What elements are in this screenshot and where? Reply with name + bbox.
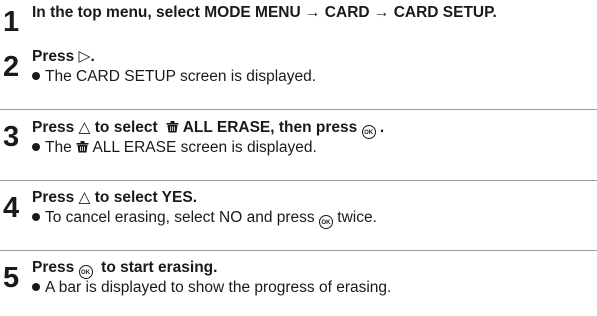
step-note: The CARD SETUP screen is displayed. xyxy=(32,68,316,86)
up-triangle-icon: △ xyxy=(78,189,91,206)
arrow-right-icon: → xyxy=(373,4,390,21)
ok-button-icon: OK xyxy=(318,215,333,229)
step-title: Press △ to select YES. xyxy=(32,189,198,206)
step-number: 4 xyxy=(3,192,20,224)
step-number: 3 xyxy=(3,121,20,153)
ok-button-icon: OK xyxy=(78,265,93,279)
right-triangle-icon: ▷ xyxy=(78,48,91,65)
step-title: Press OK to start erasing. xyxy=(32,259,217,279)
step-title: In the top menu, select MODE MENU → CARD… xyxy=(32,4,497,21)
step-note: A bar is displayed to show the progress … xyxy=(32,279,391,297)
erase-all-icon xyxy=(76,141,89,153)
step-number: 5 xyxy=(3,262,20,294)
step-title: Press ▷. xyxy=(32,48,95,65)
erase-all-icon xyxy=(166,121,179,133)
arrow-right-icon: → xyxy=(305,4,321,21)
step-note: To cancel erasing, select NO and press O… xyxy=(32,209,377,229)
divider xyxy=(0,180,597,181)
ok-button-icon: OK xyxy=(361,125,376,139)
divider xyxy=(0,250,597,251)
bullet-icon xyxy=(32,283,40,291)
bullet-icon xyxy=(32,143,40,151)
up-triangle-icon: △ xyxy=(78,119,91,136)
bullet-icon xyxy=(32,213,40,221)
divider xyxy=(0,109,597,110)
step-number: 1 xyxy=(3,6,20,38)
step-number: 2 xyxy=(3,51,20,83)
step-title: Press △ to select ALL ERASE, then press … xyxy=(32,119,384,139)
step-note: The ALL ERASE screen is displayed. xyxy=(32,139,317,157)
bullet-icon xyxy=(32,72,40,80)
